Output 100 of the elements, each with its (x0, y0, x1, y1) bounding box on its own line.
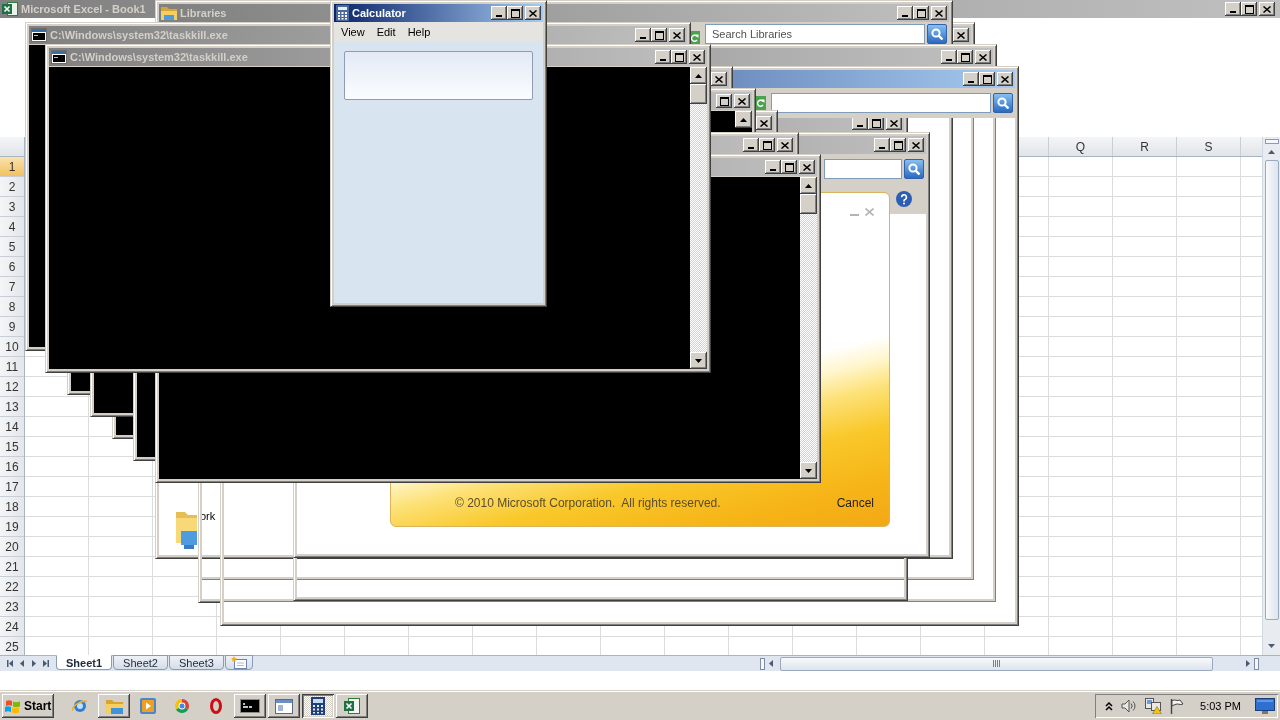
close-button[interactable] (1259, 2, 1275, 16)
chevron-up-icon[interactable] (1105, 701, 1114, 711)
minimize-button[interactable] (765, 160, 781, 174)
close-button[interactable] (777, 138, 793, 152)
row-header[interactable]: 9 (0, 317, 24, 337)
close-icon[interactable] (715, 75, 723, 83)
triangle-down-icon[interactable] (695, 358, 702, 363)
globe-orbit-icon[interactable] (72, 698, 88, 714)
console-icon[interactable] (240, 699, 260, 713)
scroll-thumb[interactable] (1264, 160, 1279, 620)
close-icon[interactable] (935, 9, 943, 17)
search-field[interactable] (824, 159, 902, 179)
taskbar-button[interactable] (268, 694, 300, 718)
close-button[interactable] (734, 94, 750, 108)
row-header[interactable]: 7 (0, 277, 24, 297)
play-icon[interactable] (140, 698, 156, 714)
minimize-button[interactable] (963, 72, 979, 86)
speaker-icon[interactable] (1121, 699, 1138, 713)
taskbar-button[interactable] (98, 694, 130, 718)
row-header[interactable]: 12 (0, 377, 24, 397)
close-button[interactable] (953, 28, 969, 42)
flag-icon[interactable] (1170, 698, 1185, 714)
close-button[interactable] (975, 50, 991, 64)
row-header[interactable]: 1 (0, 157, 24, 177)
previous-arrow-icon[interactable] (20, 660, 25, 667)
close-button[interactable] (931, 6, 947, 20)
scroll-thumb[interactable] (690, 84, 707, 104)
split-handle[interactable] (1254, 657, 1259, 670)
spreadsheet-icon[interactable] (344, 698, 360, 714)
scrollbar[interactable] (690, 67, 707, 369)
ring-icon[interactable] (210, 698, 222, 714)
insert-sheet-tab[interactable] (224, 655, 253, 670)
scrollbar[interactable] (1262, 137, 1280, 655)
refresh-icon[interactable] (755, 96, 766, 110)
close-icon[interactable] (781, 141, 789, 149)
minimize-button[interactable] (874, 138, 890, 152)
minimize-button[interactable] (635, 28, 651, 42)
row-header[interactable]: 14 (0, 417, 24, 437)
row-header[interactable]: 20 (0, 537, 24, 557)
row-header[interactable]: 8 (0, 297, 24, 317)
row-header[interactable]: 18 (0, 497, 24, 517)
scroll-down-button[interactable] (690, 352, 707, 369)
menu-item[interactable]: Edit (370, 25, 402, 38)
sheet-tab[interactable]: Sheet1 (56, 655, 113, 670)
row-header[interactable]: 10 (0, 337, 24, 357)
triangle-down-icon[interactable] (1268, 644, 1275, 648)
scroll-down-button[interactable] (800, 462, 817, 479)
close-button[interactable] (997, 72, 1013, 86)
close-icon[interactable] (957, 31, 965, 39)
scroll-up-button[interactable] (800, 177, 817, 194)
close-icon[interactable] (738, 97, 746, 105)
split-handle[interactable] (1264, 139, 1279, 144)
scrollbar[interactable] (800, 177, 817, 479)
calculator-icon[interactable] (311, 697, 325, 715)
triangle-up-icon[interactable] (805, 183, 812, 188)
row-header[interactable]: 24 (0, 617, 24, 637)
close-button[interactable] (689, 50, 705, 64)
row-header[interactable]: 2 (0, 177, 24, 197)
row-header[interactable]: 21 (0, 557, 24, 577)
row-header[interactable]: 3 (0, 197, 24, 217)
sheet-tab[interactable]: Sheet2 (113, 655, 168, 670)
row-header[interactable]: 17 (0, 477, 24, 497)
row-header[interactable]: 23 (0, 597, 24, 617)
start-button[interactable]: Start (2, 694, 54, 718)
triangle-up-icon[interactable] (695, 73, 702, 78)
grip-icon[interactable] (993, 660, 1000, 667)
close-icon[interactable] (673, 31, 681, 39)
new-sheet-icon[interactable] (230, 656, 247, 669)
row-header[interactable]: 13 (0, 397, 24, 417)
close-button[interactable] (799, 160, 815, 174)
triangle-up-icon[interactable] (1268, 150, 1275, 154)
monitor-icon[interactable] (1255, 698, 1275, 714)
help-icon[interactable] (896, 191, 912, 207)
next-arrow-icon[interactable] (31, 660, 36, 667)
minimize-button[interactable] (1225, 2, 1241, 16)
window-icon[interactable] (275, 698, 293, 714)
minimize-button[interactable] (655, 50, 671, 64)
sheet-tab[interactable]: Sheet3 (168, 655, 224, 670)
close-icon[interactable] (760, 119, 768, 127)
search-field[interactable] (771, 93, 991, 113)
scroll-up-button[interactable] (690, 67, 707, 84)
close-button[interactable] (669, 28, 685, 42)
close-button[interactable] (908, 138, 924, 152)
search-field[interactable]: Search Libraries (705, 24, 925, 44)
row-header[interactable]: 11 (0, 357, 24, 377)
close-button[interactable] (525, 6, 541, 20)
minimize-button[interactable] (941, 50, 957, 64)
split-handle[interactable] (760, 657, 765, 670)
close-icon[interactable] (803, 163, 811, 171)
taskbar-button[interactable] (336, 694, 368, 718)
menu-item[interactable]: Help (401, 25, 437, 38)
segmented-circle-icon[interactable] (174, 698, 190, 714)
row-header[interactable]: 15 (0, 437, 24, 457)
taskbar-button[interactable] (234, 694, 266, 718)
row-header[interactable]: 4 (0, 217, 24, 237)
row-header[interactable]: 5 (0, 237, 24, 257)
taskbar-button[interactable] (302, 694, 334, 718)
scroll-up-button[interactable] (735, 111, 752, 128)
close-icon[interactable] (1263, 5, 1271, 13)
cancel-button[interactable]: Cancel (836, 496, 874, 510)
